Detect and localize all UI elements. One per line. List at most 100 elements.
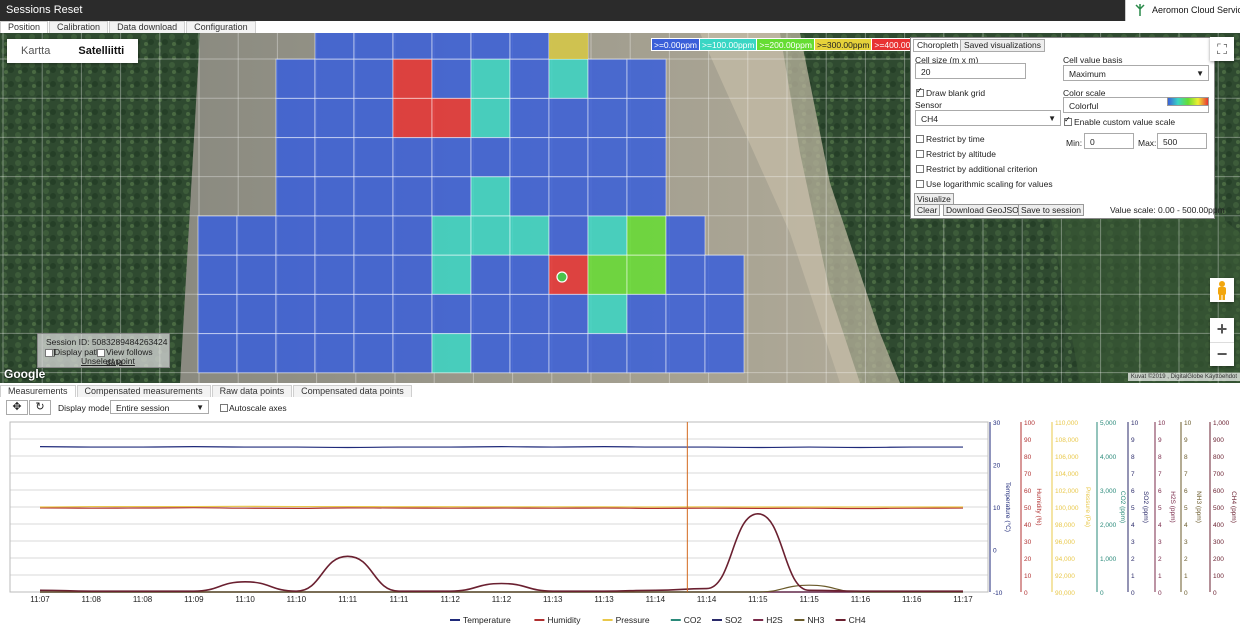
tab-calibration[interactable]: Calibration <box>49 21 109 33</box>
choropleth-cell[interactable] <box>275 293 316 335</box>
choropleth-cell[interactable] <box>392 254 433 295</box>
tab-compensated-measurements[interactable]: Compensated measurements <box>76 385 211 397</box>
choropleth-cell[interactable] <box>314 137 355 178</box>
tab-measurements[interactable]: Measurements <box>0 385 76 397</box>
choropleth-cell[interactable] <box>353 97 394 139</box>
choropleth-cell[interactable] <box>236 293 277 335</box>
choropleth-cell[interactable] <box>587 97 628 139</box>
choropleth-cell[interactable] <box>509 333 550 374</box>
legend-label[interactable]: Pressure <box>616 615 650 625</box>
unselect-point-link[interactable]: Unselect point <box>81 356 135 366</box>
choropleth-cell[interactable] <box>353 293 394 335</box>
choropleth-cell[interactable] <box>392 33 433 60</box>
log-scaling-checkbox[interactable] <box>916 180 924 188</box>
cell-value-basis-select[interactable]: Maximum ▼ <box>1063 65 1209 81</box>
choropleth-cell[interactable] <box>197 333 238 374</box>
measurements-chart[interactable]: 11:07 11:08 11:08 11:09 11:10 11:10 11:11 11:11… <box>0 418 1240 628</box>
street-view-pegman[interactable] <box>1210 278 1234 302</box>
tab-position[interactable]: Position <box>0 21 49 33</box>
choropleth-cell[interactable] <box>197 254 238 295</box>
download-geojson-button[interactable]: Download GeoJSON <box>943 204 1028 216</box>
legend-label[interactable]: Humidity <box>547 615 581 625</box>
legend-label[interactable]: H2S <box>766 615 783 625</box>
choropleth-cell[interactable] <box>626 254 667 295</box>
zoom-out-button[interactable]: − <box>1210 342 1234 367</box>
legend-label[interactable]: Temperature <box>463 615 511 625</box>
choropleth-cell[interactable] <box>470 33 511 60</box>
autoscale-checkbox[interactable] <box>220 404 228 412</box>
choropleth-cell[interactable] <box>509 33 550 60</box>
choropleth-cell[interactable] <box>548 215 589 256</box>
choropleth-cell[interactable] <box>626 97 667 139</box>
choropleth-cell[interactable] <box>509 215 550 256</box>
choropleth-cell[interactable] <box>626 176 667 217</box>
choropleth-cell[interactable] <box>626 293 667 335</box>
choropleth-cell[interactable] <box>704 333 745 374</box>
fullscreen-button[interactable]: ⛶ <box>1210 37 1234 61</box>
choropleth-cell[interactable] <box>548 97 589 139</box>
choropleth-cell[interactable] <box>470 215 511 256</box>
min-input[interactable]: 0 <box>1084 133 1134 149</box>
legend-label[interactable]: NH3 <box>807 615 824 625</box>
choropleth-cell[interactable] <box>665 215 706 256</box>
choropleth-cell[interactable] <box>275 254 316 295</box>
choropleth-cell[interactable] <box>587 215 628 256</box>
choropleth-cell[interactable] <box>587 176 628 217</box>
choropleth-cell[interactable] <box>470 137 511 178</box>
choropleth-cell[interactable] <box>509 97 550 139</box>
max-input[interactable]: 500 <box>1157 133 1207 149</box>
choropleth-cell[interactable] <box>587 137 628 178</box>
choropleth-cell[interactable] <box>587 293 628 335</box>
restrict-altitude-checkbox[interactable] <box>916 150 924 158</box>
choropleth-cell[interactable] <box>587 58 628 99</box>
choropleth-cell[interactable] <box>275 176 316 217</box>
choropleth-cell[interactable] <box>509 293 550 335</box>
choropleth-cell[interactable] <box>392 97 433 139</box>
map-type-kartta[interactable]: Kartta <box>7 39 64 63</box>
choropleth-cell[interactable] <box>548 176 589 217</box>
choropleth-cell[interactable] <box>509 254 550 295</box>
choropleth-cell[interactable] <box>197 215 238 256</box>
choropleth-cell[interactable] <box>314 333 355 374</box>
choropleth-cell[interactable] <box>704 293 745 335</box>
choropleth-cell[interactable] <box>431 215 472 256</box>
choropleth-cell[interactable] <box>470 176 511 217</box>
choropleth-cell[interactable] <box>275 97 316 139</box>
choropleth-cell[interactable] <box>509 137 550 178</box>
cell-size-input[interactable]: 20 <box>915 63 1026 79</box>
tab-data-download[interactable]: Data download <box>109 21 186 33</box>
tab-raw-data-points[interactable]: Raw data points <box>211 385 293 397</box>
choropleth-cell[interactable] <box>470 293 511 335</box>
choropleth-cell[interactable] <box>431 97 472 139</box>
choropleth-cell[interactable] <box>626 137 667 178</box>
tab-compensated-data-points[interactable]: Compensated data points <box>293 385 412 397</box>
choropleth-cell[interactable] <box>626 215 667 256</box>
choropleth-cell[interactable] <box>314 293 355 335</box>
choropleth-cell[interactable] <box>587 333 628 374</box>
display-path-checkbox[interactable] <box>45 349 53 357</box>
choropleth-cell[interactable] <box>353 333 394 374</box>
choropleth-cell[interactable] <box>275 215 316 256</box>
draw-blank-grid-checkbox[interactable] <box>916 86 924 97</box>
choropleth-cell[interactable] <box>314 58 355 99</box>
choropleth-cell[interactable] <box>626 58 667 99</box>
choropleth-cell[interactable] <box>392 215 433 256</box>
choropleth-cell[interactable] <box>548 333 589 374</box>
choropleth-cell[interactable] <box>392 293 433 335</box>
choropleth-cell[interactable] <box>431 137 472 178</box>
clear-button[interactable]: Clear <box>914 204 941 216</box>
choropleth-cell[interactable] <box>392 333 433 374</box>
tab-choropleth[interactable]: Choropleth <box>913 39 963 52</box>
choropleth-cell[interactable] <box>549 33 588 59</box>
choropleth-cell[interactable] <box>548 137 589 178</box>
choropleth-cell[interactable] <box>431 254 472 295</box>
legend-label[interactable]: CO2 <box>684 615 702 625</box>
choropleth-cell[interactable] <box>470 58 511 99</box>
choropleth-cell[interactable] <box>353 137 394 178</box>
restrict-additional-checkbox[interactable] <box>916 165 924 173</box>
choropleth-cell[interactable] <box>665 254 706 295</box>
choropleth-cell[interactable] <box>470 254 511 295</box>
choropleth-cell[interactable] <box>548 293 589 335</box>
choropleth-cell[interactable] <box>392 176 433 217</box>
choropleth-cell[interactable] <box>470 97 511 139</box>
